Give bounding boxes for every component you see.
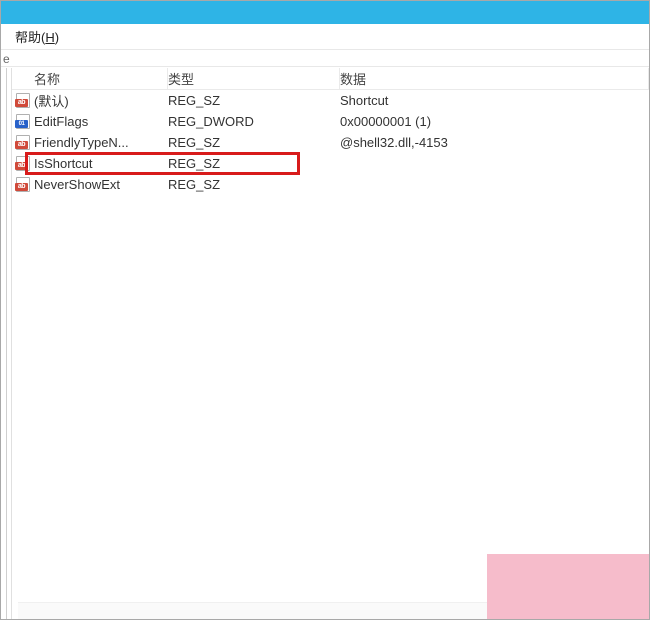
header-type[interactable]: 类型 — [168, 68, 340, 89]
list-item[interactable]: NeverShowExt REG_SZ — [12, 174, 649, 195]
menubar: 帮助(H) — [1, 24, 649, 50]
list-header: 名称 类型 数据 — [12, 68, 649, 90]
value-type: REG_SZ — [168, 177, 340, 192]
value-type: REG_SZ — [168, 93, 340, 108]
header-data-label: 数据 — [340, 69, 366, 88]
menu-help-key: H — [45, 30, 54, 45]
value-name: FriendlyTypeN... — [34, 135, 168, 150]
value-name: NeverShowExt — [34, 177, 168, 192]
reg-dword-icon — [15, 114, 31, 130]
value-data: @shell32.dll,-4153 — [340, 135, 649, 150]
list-item[interactable]: (默认) REG_SZ Shortcut — [12, 90, 649, 111]
list-item[interactable]: IsShortcut REG_SZ — [12, 153, 649, 174]
menu-help-prefix: 帮助( — [15, 30, 45, 45]
list-item[interactable]: FriendlyTypeN... REG_SZ @shell32.dll,-41… — [12, 132, 649, 153]
menu-help[interactable]: 帮助(H) — [9, 25, 65, 48]
address-fragment: e — [3, 52, 10, 66]
reg-string-icon — [15, 93, 31, 109]
value-icon-slot — [12, 177, 34, 193]
header-type-label: 类型 — [168, 69, 194, 88]
address-strip: e — [1, 50, 649, 67]
header-name-label: 名称 — [34, 69, 60, 88]
value-name: IsShortcut — [34, 156, 168, 171]
client-area: 名称 类型 数据 (默认) REG_SZ Shortcut — [1, 68, 649, 619]
value-name: (默认) — [34, 91, 168, 110]
value-data: Shortcut — [340, 93, 649, 108]
value-data: 0x00000001 (1) — [340, 114, 649, 129]
menu-help-suffix: ) — [55, 30, 59, 45]
reg-string-icon — [15, 135, 31, 151]
value-type: REG_SZ — [168, 156, 340, 171]
value-type: REG_DWORD — [168, 114, 340, 129]
window-frame: 帮助(H) e 名称 类型 数据 — [0, 0, 650, 620]
values-list: 名称 类型 数据 (默认) REG_SZ Shortcut — [12, 68, 649, 619]
titlebar[interactable] — [1, 1, 649, 24]
value-icon-slot — [12, 135, 34, 151]
header-name[interactable]: 名称 — [34, 68, 168, 89]
value-name: EditFlags — [34, 114, 168, 129]
header-data[interactable]: 数据 — [340, 68, 649, 89]
value-type: REG_SZ — [168, 135, 340, 150]
watermark — [487, 554, 649, 619]
value-icon-slot — [12, 114, 34, 130]
reg-string-icon — [15, 156, 31, 172]
reg-string-icon — [15, 177, 31, 193]
list-item[interactable]: EditFlags REG_DWORD 0x00000001 (1) — [12, 111, 649, 132]
value-icon-slot — [12, 156, 34, 172]
value-icon-slot — [12, 93, 34, 109]
